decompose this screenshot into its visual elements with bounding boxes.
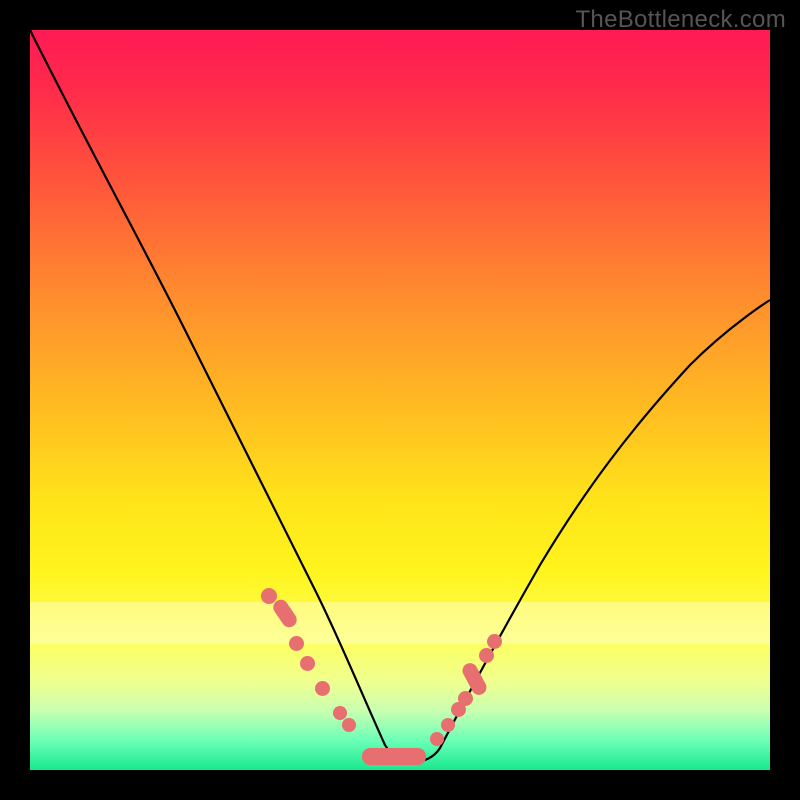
marker-bottom-pill — [362, 748, 426, 765]
plot-area — [30, 30, 770, 770]
marker-dot — [342, 718, 356, 732]
marker-dot — [487, 634, 502, 649]
watermark-text: TheBottleneck.com — [575, 6, 786, 34]
bottleneck-curve — [30, 30, 770, 770]
marker-dot — [430, 732, 444, 746]
marker-dot — [289, 636, 304, 651]
marker-dot — [300, 656, 315, 671]
marker-dot — [441, 718, 455, 732]
marker-dot — [315, 681, 330, 696]
marker-dot — [479, 648, 494, 663]
chart-frame: TheBottleneck.com — [0, 0, 800, 800]
marker-dot — [458, 691, 473, 706]
